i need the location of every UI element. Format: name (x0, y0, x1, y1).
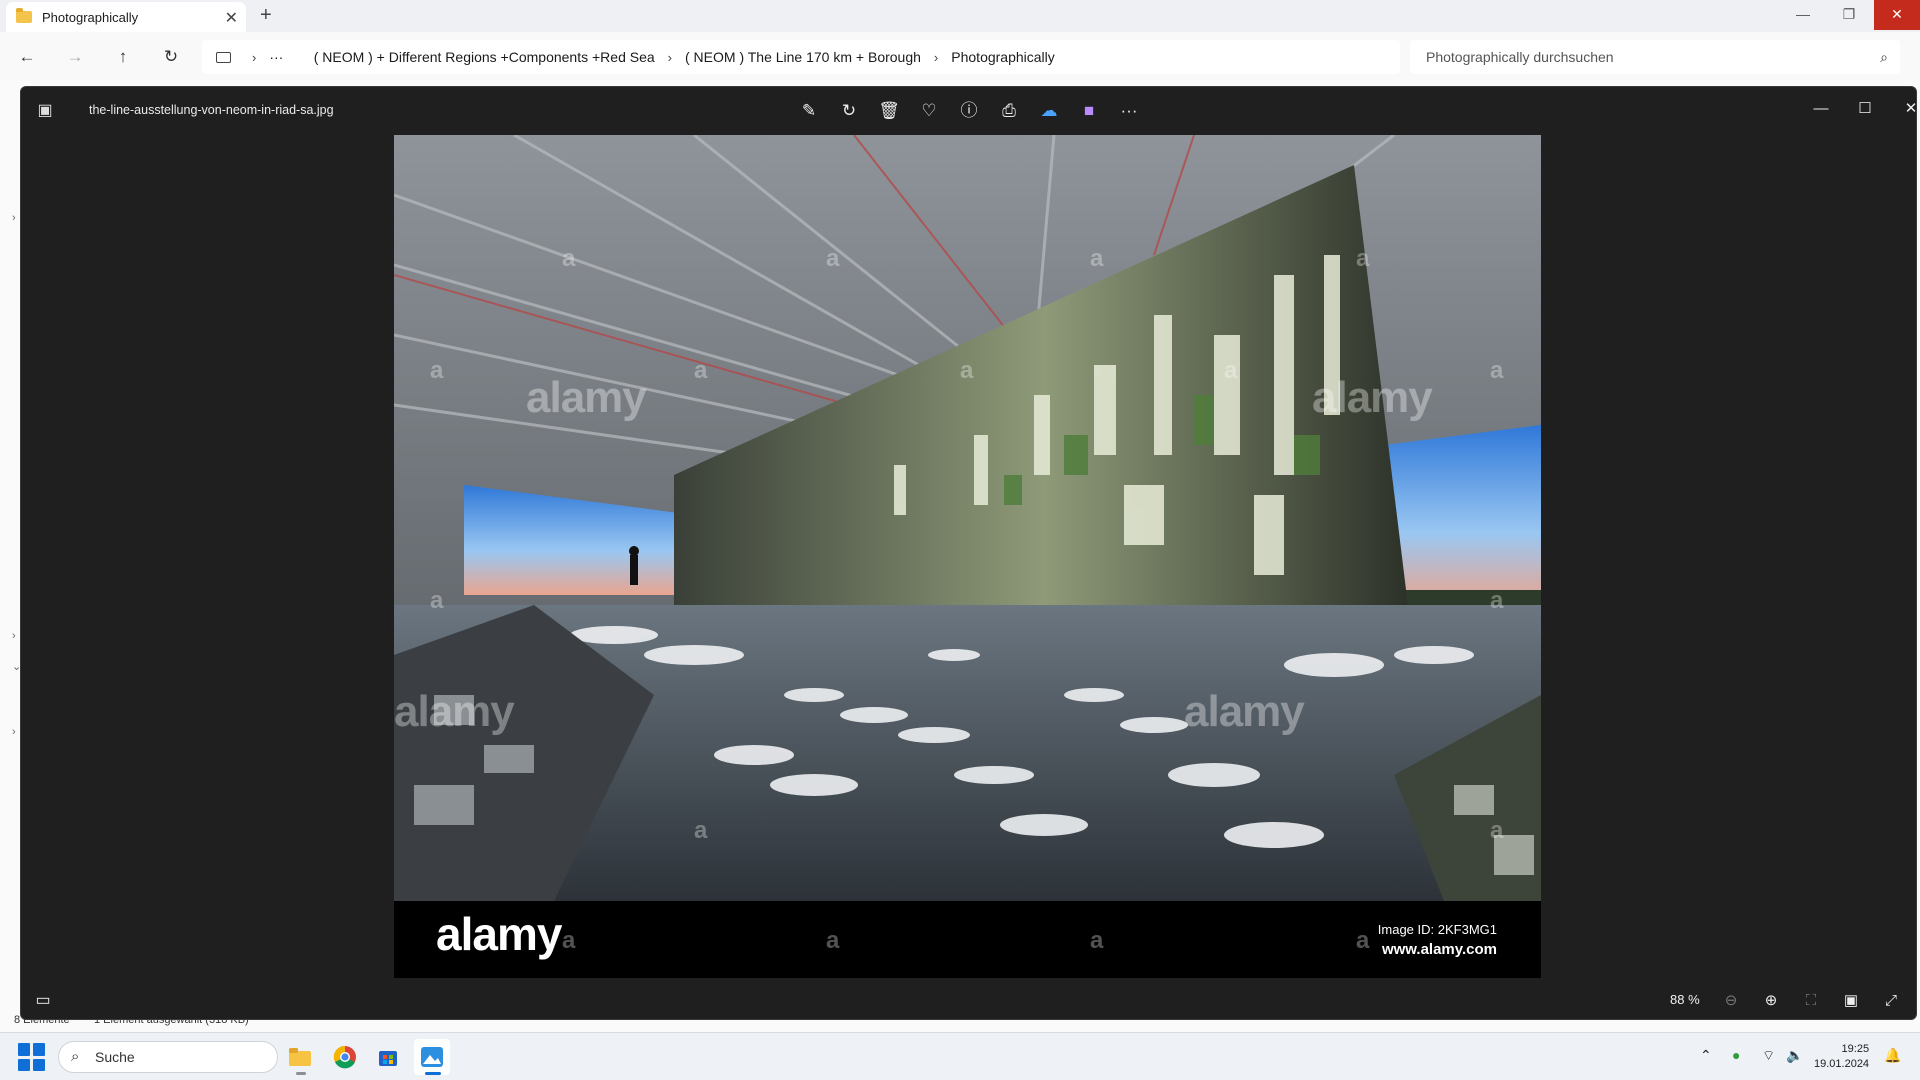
photos-viewer-window: ▣ the-line-ausstellung-von-neom-in-riad-… (20, 86, 1917, 1020)
monitor-icon (216, 51, 231, 63)
viewer-bottom-bar: ▭ 88 % ⊖ ⊕ ⛶ ▣ ⤢ (21, 979, 1916, 1019)
photos-taskbar-icon[interactable] (414, 1039, 450, 1075)
watermark-mark: a (1356, 245, 1370, 272)
explorer-restore-button[interactable]: ❐ (1826, 0, 1872, 30)
arrow-up-icon[interactable]: ↑ (108, 42, 138, 72)
notification-bell-icon[interactable]: 🔔 (1884, 1047, 1901, 1064)
search-placeholder: Photographically durchsuchen (1426, 49, 1614, 65)
chevron-right-icon: › (252, 49, 257, 65)
taskbar-search[interactable]: ⌕ Suche (58, 1041, 278, 1073)
clock-time: 19:25 (1841, 1043, 1870, 1055)
zoom-out-icon[interactable]: ⊖ (1717, 988, 1745, 1014)
image-id-label: Image ID: 2KF3MG1 (1377, 922, 1497, 937)
edit-image-icon[interactable]: ✎ (795, 97, 823, 125)
watermark-logo: alamy (526, 373, 647, 422)
watermark-logo: alamy (394, 687, 515, 736)
file-explorer-taskbar-icon[interactable] (282, 1039, 318, 1075)
search-input[interactable]: Photographically durchsuchen ⌕ (1410, 40, 1900, 74)
watermark-mark: a (562, 927, 576, 954)
windows-start-button[interactable] (18, 1043, 46, 1071)
arrow-right-icon[interactable]: → (60, 42, 90, 72)
chevron-right-icon[interactable]: › (12, 630, 16, 642)
viewer-minimize-button[interactable]: — (1803, 95, 1839, 123)
watermark-mark: a (1490, 357, 1504, 384)
chevron-right-icon[interactable]: › (12, 212, 16, 224)
explorer-minimize-button[interactable]: — (1780, 0, 1826, 30)
watermark-url: www.alamy.com (1381, 941, 1497, 958)
zoom-in-icon[interactable]: ⊕ (1757, 988, 1785, 1014)
watermark-logo: alamy (1184, 687, 1305, 736)
watermark-mark: a (826, 245, 840, 272)
watermark-mark: a (1490, 817, 1504, 844)
actual-size-icon[interactable]: ▣ (1837, 988, 1865, 1014)
more-icon[interactable]: ··· (1115, 97, 1143, 125)
info-icon[interactable]: ⓘ (955, 97, 983, 125)
address-bar[interactable]: › ··· › ( NEOM ) + Different Regions +Co… (202, 40, 1400, 74)
refresh-icon[interactable]: ↻ (156, 42, 186, 72)
watermark-mark: a (1090, 927, 1104, 954)
alamy-logo: alamy (436, 908, 562, 960)
folder-icon (16, 8, 32, 23)
taskbar-search-label: Suche (95, 1049, 135, 1065)
breadcrumb-item[interactable]: ( NEOM ) The Line 170 km + Borough (685, 49, 921, 65)
system-clock[interactable]: 19:25 19.01.2024 (1814, 1042, 1869, 1072)
printer-icon[interactable]: ⎙ (995, 97, 1023, 125)
explorer-tab[interactable]: Photographically ✕ (6, 2, 246, 32)
chrome-taskbar-icon[interactable] (327, 1039, 363, 1075)
chevron-right-icon[interactable]: › (12, 726, 16, 738)
speaker-icon[interactable]: 🔈 (1786, 1047, 1803, 1064)
breadcrumb-item[interactable]: Photographically (951, 49, 1055, 65)
viewer-maximize-button[interactable]: ☐ (1847, 95, 1883, 123)
zoom-level: 88 % (1670, 992, 1700, 1007)
watermark-mark: a (430, 357, 444, 384)
watermark-mark: a (562, 245, 576, 272)
filmstrip-icon[interactable]: ▭ (29, 988, 57, 1014)
chevron-right-icon: › (667, 49, 672, 65)
watermark-logo: alamy (1312, 373, 1433, 422)
security-shield-icon[interactable]: ● (1732, 1047, 1740, 1063)
search-icon: ⌕ (71, 1048, 80, 1065)
photos-app-icon[interactable]: ▣ (31, 97, 59, 125)
watermark-mark: a (694, 357, 708, 384)
heart-icon[interactable]: ♡ (915, 97, 943, 125)
arrow-left-icon[interactable]: ← (12, 42, 42, 72)
tab-close-icon[interactable]: ✕ (225, 8, 238, 28)
store-taskbar-icon[interactable] (370, 1039, 406, 1075)
clock-date: 19.01.2024 (1814, 1058, 1870, 1070)
chevron-up-icon[interactable]: ⌃ (1700, 1047, 1712, 1064)
rotate-icon[interactable]: ↻ (835, 97, 863, 125)
wifi-icon[interactable]: ⌔ (1762, 1047, 1775, 1065)
viewer-toolbar: ✎ ↻ 🗑 ♡ ⓘ ⎙ ☁ ■ ··· (795, 97, 1143, 125)
watermark-mark: a (430, 587, 444, 614)
fit-to-window-icon[interactable]: ⛶ (1797, 988, 1825, 1014)
explorer-close-button[interactable]: ✕ (1874, 0, 1920, 30)
chevron-right-icon: › (933, 49, 939, 65)
explorer-nav-bar: ← → ↑ ↻ › ··· › ( NEOM ) + Different Reg… (0, 32, 1920, 82)
taskbar: ⌕ Suche ⌃ ● ⌔ 🔈 19:25 19.01.2024 🔔 (0, 1032, 1920, 1080)
file-name: the-line-ausstellung-von-neom-in-riad-sa… (89, 103, 334, 117)
watermark-mark: a (694, 817, 708, 844)
trash-icon[interactable]: 🗑 (875, 97, 903, 125)
watermark-mark: a (826, 927, 840, 954)
fullscreen-icon[interactable]: ⤢ (1877, 988, 1905, 1014)
viewer-title-bar: ▣ the-line-ausstellung-von-neom-in-riad-… (21, 87, 1916, 135)
tab-title: Photographically (42, 9, 139, 25)
watermark-mark: a (1490, 587, 1504, 614)
watermark-mark: a (1090, 245, 1104, 272)
watermark-mark: a (1356, 927, 1370, 954)
photo-canvas[interactable]: alamy alamy alamy alamy a a a a a a a a … (394, 135, 1541, 978)
viewer-close-button[interactable]: ✕ (1893, 95, 1916, 123)
onedrive-icon[interactable]: ☁ (1035, 97, 1063, 125)
new-tab-button[interactable]: + (260, 4, 272, 27)
clipchamp-icon[interactable]: ■ (1075, 97, 1103, 125)
watermark-mark: a (960, 357, 974, 384)
explorer-tab-bar: Photographically ✕ + — ❐ ✕ (0, 0, 1920, 32)
search-icon[interactable]: ⌕ (1880, 40, 1888, 74)
breadcrumb-overflow[interactable]: ··· (269, 49, 283, 65)
watermark-mark: a (1224, 357, 1238, 384)
breadcrumb-item[interactable]: ( NEOM ) + Different Regions +Components… (314, 49, 655, 65)
